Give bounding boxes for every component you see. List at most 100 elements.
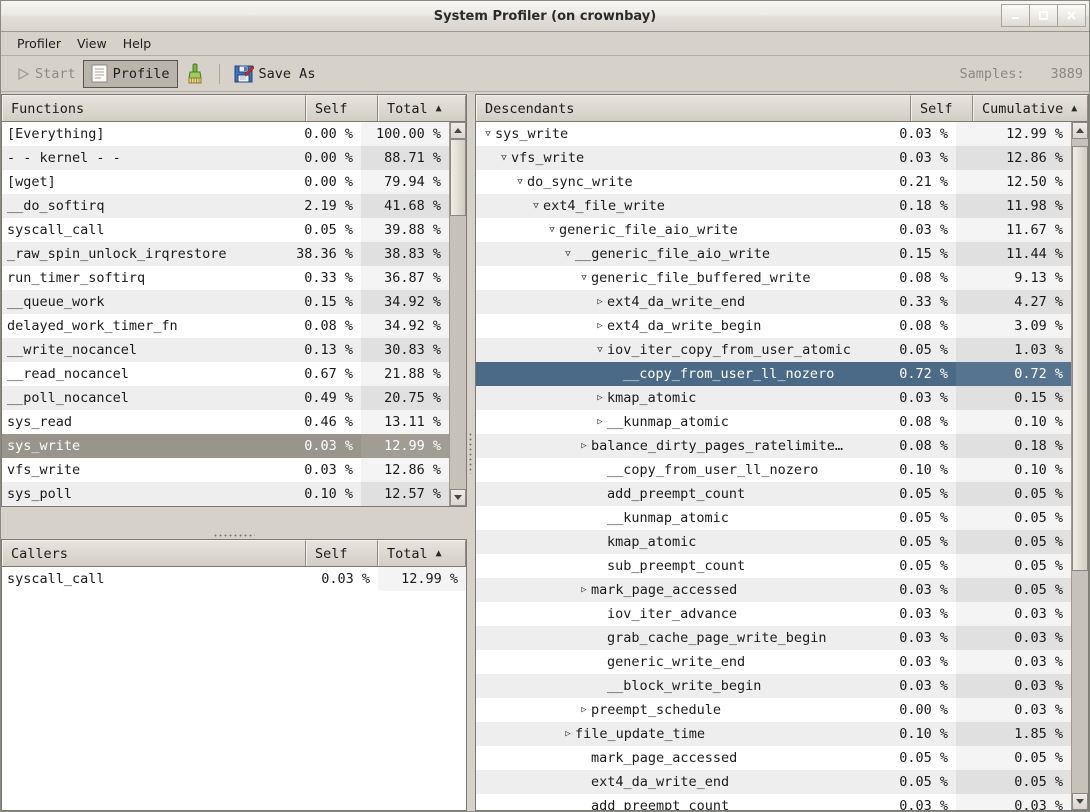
table-row[interactable]: ▷file_update_time0.10 %1.85 % [476,722,1071,746]
table-row[interactable]: sub_preempt_count0.05 %0.05 % [476,554,1071,578]
menu-item-help[interactable]: Help [115,34,160,53]
functions-scroll-thumb[interactable] [450,139,466,216]
functions-col-name[interactable]: Functions [2,95,306,121]
descendants-scroll-track[interactable] [1072,139,1088,793]
expander-open-icon[interactable]: ▽ [545,218,559,242]
menu-item-profiler[interactable]: Profiler [9,34,69,53]
table-row[interactable]: __copy_from_user_ll_nozero0.72 %0.72 % [476,362,1071,386]
expander-closed-icon[interactable]: ▷ [577,578,591,602]
expander-open-icon[interactable]: ▽ [529,194,543,218]
descendants-scrollbar[interactable] [1071,122,1088,810]
descendants-rows[interactable]: ▽sys_write0.03 %12.99 %▽vfs_write0.03 %1… [476,122,1071,810]
functions-col-total[interactable]: Total ▲ [378,95,466,121]
table-row[interactable]: generic_write_end0.03 %0.03 % [476,650,1071,674]
expander-closed-icon[interactable]: ▷ [593,386,607,410]
expander-open-icon[interactable]: ▽ [561,242,575,266]
table-row[interactable]: add_preempt_count0.05 %0.05 % [476,482,1071,506]
table-row[interactable]: ▷balance_dirty_pages_ratelimite…0.08 %0.… [476,434,1071,458]
table-row[interactable]: ▷mark_page_accessed0.03 %0.05 % [476,578,1071,602]
table-row[interactable]: mark_page_accessed0.05 %0.05 % [476,746,1071,770]
table-row[interactable]: __kunmap_atomic0.05 %0.05 % [476,506,1071,530]
table-row[interactable]: grab_cache_page_write_begin0.03 %0.03 % [476,626,1071,650]
table-row[interactable]: ext4_da_write_end0.05 %0.05 % [476,770,1071,794]
functions-scroll-up-button[interactable] [450,122,466,139]
expander-closed-icon[interactable]: ▷ [593,290,607,314]
save-as-button[interactable]: Save As [227,60,323,88]
table-row[interactable]: kmap_atomic0.05 %0.05 % [476,530,1071,554]
table-row[interactable]: add_preempt_count0.03 %0.03 % [476,794,1071,810]
table-row[interactable]: ▷kmap_atomic0.03 %0.15 % [476,386,1071,410]
table-row[interactable]: syscall_call0.05 %39.88 % [2,218,449,242]
expander-closed-icon[interactable]: ▷ [593,410,607,434]
descendants-col-cumulative[interactable]: Cumulative ▲ [973,95,1088,121]
table-row[interactable]: delayed_work_timer_fn0.08 %34.92 % [2,314,449,338]
callers-col-name[interactable]: Callers [2,540,306,566]
row-self-cell: 0.33 % [289,270,361,286]
functions-scrollbar[interactable] [449,122,466,506]
descendants-scroll-thumb[interactable] [1072,146,1088,571]
expander-closed-icon[interactable]: ▷ [577,698,591,722]
expander-open-icon[interactable]: ▽ [513,170,527,194]
expander-closed-icon[interactable]: ▷ [593,314,607,338]
table-row[interactable]: ▽generic_file_aio_write0.03 %11.67 % [476,218,1071,242]
minimize-button[interactable] [1001,4,1030,27]
start-button[interactable]: Start [9,60,83,88]
expander-closed-icon[interactable]: ▷ [577,434,591,458]
row-self-cell: 0.00 % [289,150,361,166]
row-label: iov_iter_advance [607,606,737,622]
table-row[interactable]: [wget]0.00 %79.94 % [2,170,449,194]
table-row[interactable]: __write_nocancel0.13 %30.83 % [2,338,449,362]
table-row[interactable]: ▷ext4_da_write_begin0.08 %3.09 % [476,314,1071,338]
table-row[interactable]: ▷__kunmap_atomic0.08 %0.10 % [476,410,1071,434]
table-row[interactable]: __read_nocancel0.67 %21.88 % [2,362,449,386]
close-button[interactable] [1057,4,1086,27]
table-row[interactable]: ▷ext4_da_write_end0.33 %4.27 % [476,290,1071,314]
table-row[interactable]: ▽generic_file_buffered_write0.08 %9.13 % [476,266,1071,290]
table-row[interactable]: ▽sys_write0.03 %12.99 % [476,122,1071,146]
table-row[interactable]: vfs_write0.03 %12.86 % [2,458,449,482]
horizontal-splitter[interactable] [1,531,467,539]
expander-open-icon[interactable]: ▽ [497,146,511,170]
table-row[interactable]: ▽do_sync_write0.21 %12.50 % [476,170,1071,194]
table-row[interactable]: run_timer_softirq0.33 %36.87 % [2,266,449,290]
descendants-scroll-down-button[interactable] [1072,793,1088,810]
descendants-col-name[interactable]: Descendants [476,95,911,121]
row-cumulative-cell: 0.72 % [956,362,1071,386]
functions-rows[interactable]: [Everything]0.00 %100.00 %- - kernel - -… [2,122,449,506]
row-name-cell: grab_cache_page_write_begin [476,630,894,646]
table-row[interactable]: __block_write_begin0.03 %0.03 % [476,674,1071,698]
table-row[interactable]: ▽ext4_file_write0.18 %11.98 % [476,194,1071,218]
maximize-button[interactable] [1029,4,1058,27]
table-row[interactable]: _raw_spin_unlock_irqrestore38.36 %38.83 … [2,242,449,266]
table-row[interactable]: sys_write0.03 %12.99 % [2,434,449,458]
descendants-col-self[interactable]: Self [911,95,973,121]
table-row[interactable]: ▽__generic_file_aio_write0.15 %11.44 % [476,242,1071,266]
functions-scroll-track[interactable] [450,139,466,489]
profile-button[interactable]: Profile [83,60,178,88]
table-row[interactable]: iov_iter_advance0.03 %0.03 % [476,602,1071,626]
table-row[interactable]: sys_read0.46 %13.11 % [2,410,449,434]
expander-closed-icon[interactable]: ▷ [561,722,575,746]
table-row[interactable]: __poll_nocancel0.49 %20.75 % [2,386,449,410]
functions-scroll-down-button[interactable] [450,489,466,506]
expander-open-icon[interactable]: ▽ [593,338,607,362]
table-row[interactable]: ▽vfs_write0.03 %12.86 % [476,146,1071,170]
table-row[interactable]: __queue_work0.15 %34.92 % [2,290,449,314]
callers-col-total[interactable]: Total ▲ [378,540,466,566]
expander-open-icon[interactable]: ▽ [577,266,591,290]
callers-rows[interactable]: syscall_call0.03 %12.99 % [2,567,466,810]
table-row[interactable]: [Everything]0.00 %100.00 % [2,122,449,146]
table-row[interactable]: sys_poll0.10 %12.57 % [2,482,449,506]
table-row[interactable]: - - kernel - -0.00 %88.71 % [2,146,449,170]
table-row[interactable]: ▷preempt_schedule0.00 %0.03 % [476,698,1071,722]
table-row[interactable]: __do_softirq2.19 %41.68 % [2,194,449,218]
clear-button[interactable] [178,60,212,88]
table-row[interactable]: __copy_from_user_ll_nozero0.10 %0.10 % [476,458,1071,482]
descendants-scroll-up-button[interactable] [1072,122,1088,139]
callers-col-self[interactable]: Self [306,540,378,566]
table-row[interactable]: syscall_call0.03 %12.99 % [2,567,466,591]
table-row[interactable]: ▽iov_iter_copy_from_user_atomic0.05 %1.0… [476,338,1071,362]
menu-item-view[interactable]: View [69,34,115,53]
expander-open-icon[interactable]: ▽ [481,122,495,146]
functions-col-self[interactable]: Self [306,95,378,121]
